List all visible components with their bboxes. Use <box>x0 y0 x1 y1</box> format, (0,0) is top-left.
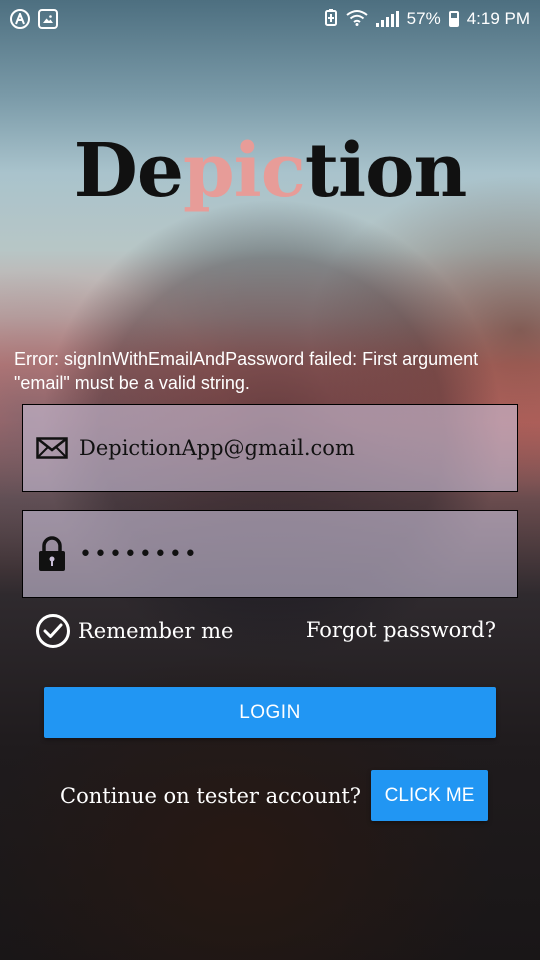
logo-suffix: tion <box>304 128 467 214</box>
tester-account-row: Continue on tester account? CLICK ME <box>60 770 489 821</box>
status-bar: 57% 4:19 PM <box>0 0 540 38</box>
lock-icon <box>35 536 69 572</box>
image-notification-icon <box>38 9 58 29</box>
remember-me-label: Remember me <box>78 619 234 643</box>
email-field[interactable] <box>22 404 518 492</box>
battery-percent: 57% <box>406 9 441 28</box>
status-left <box>10 9 58 29</box>
login-button[interactable]: LOGIN <box>44 687 496 738</box>
checkmark-icon <box>36 614 70 648</box>
clock: 4:19 PM <box>466 9 530 28</box>
tester-account-text: Continue on tester account? <box>60 783 362 808</box>
logo-prefix: De <box>73 128 184 214</box>
forgot-password-link[interactable]: Forgot password? <box>306 618 496 642</box>
email-input[interactable] <box>79 436 507 460</box>
wifi-icon <box>346 8 368 31</box>
password-field[interactable] <box>22 510 518 598</box>
logo-accent: pic <box>182 128 306 214</box>
app-logo: Depiction <box>0 128 540 214</box>
cell-signal-icon <box>375 11 399 27</box>
status-right: 57% 4:19 PM <box>324 8 530 31</box>
password-input[interactable] <box>79 541 507 567</box>
app-notification-icon <box>10 9 30 29</box>
envelope-icon <box>35 437 69 459</box>
error-message: Error: signInWithEmailAndPassword failed… <box>14 349 479 393</box>
click-me-button[interactable]: CLICK ME <box>371 770 489 821</box>
remember-me-checkbox[interactable]: Remember me <box>36 614 233 648</box>
battery-saver-icon <box>324 8 338 31</box>
battery-icon <box>448 11 459 27</box>
